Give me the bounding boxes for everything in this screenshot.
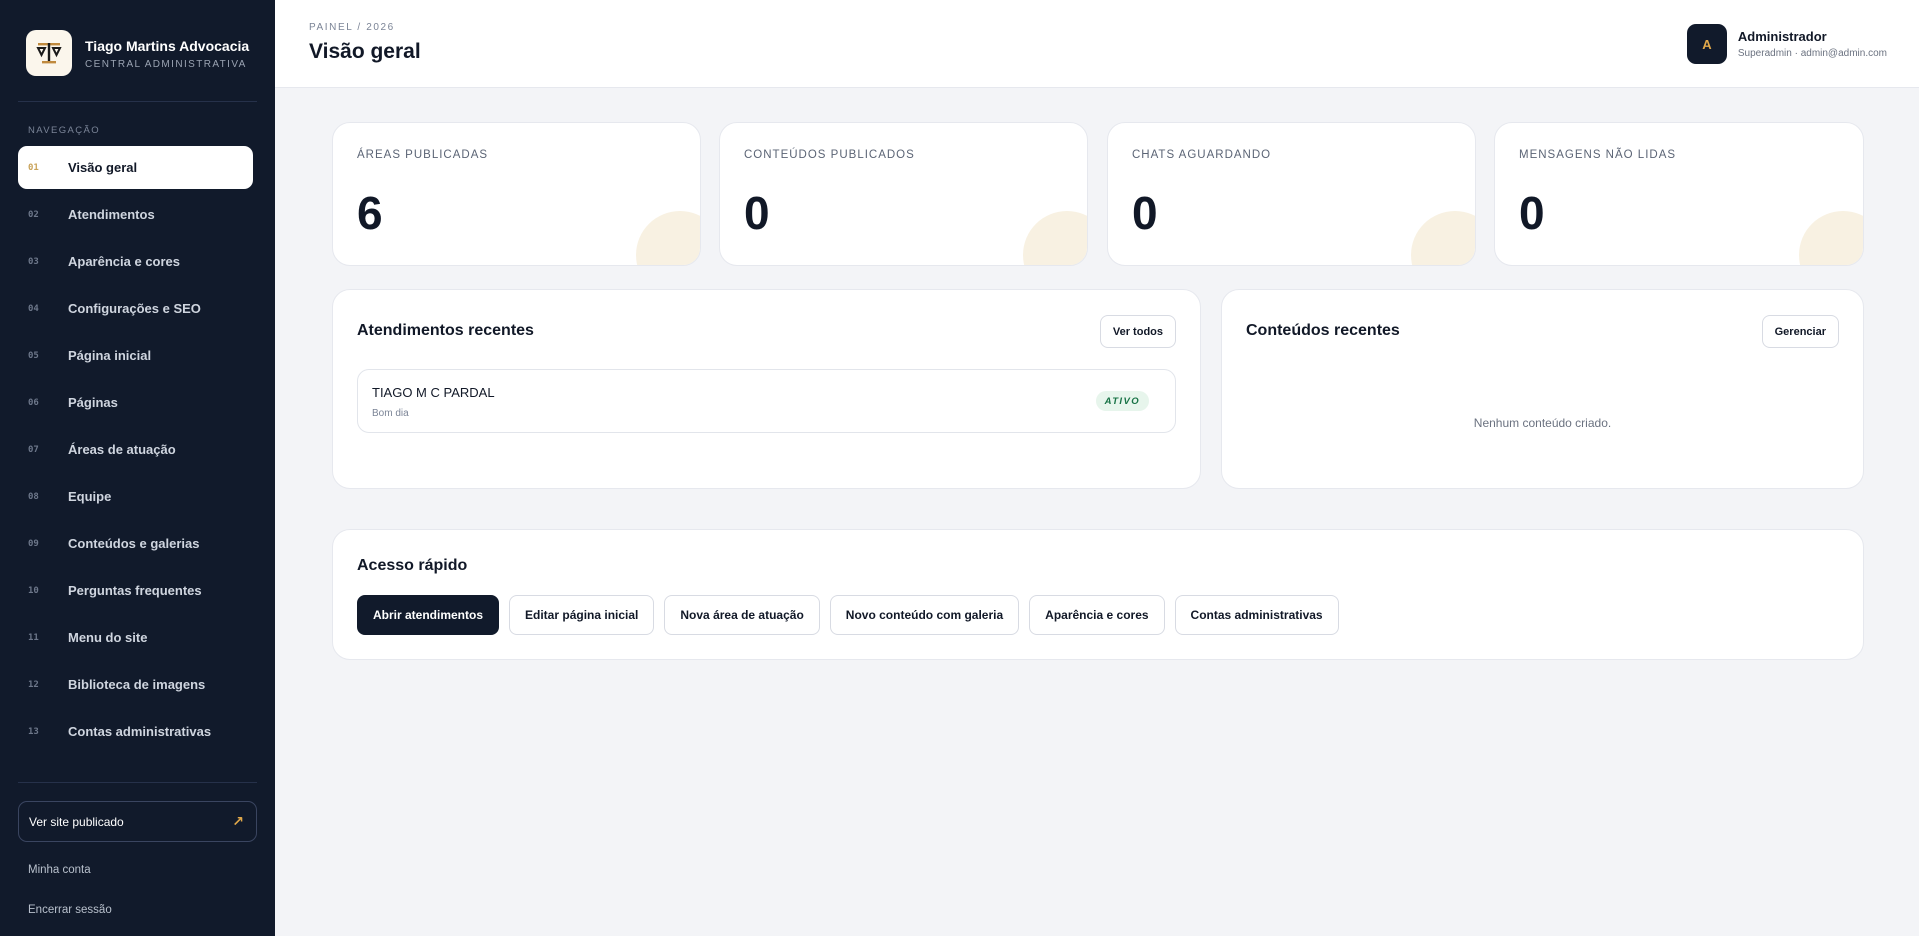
sidebar-item-number: 10 — [28, 585, 39, 596]
decorative-circle — [636, 211, 700, 265]
sidebar-item-number: 09 — [28, 538, 39, 549]
sidebar-item-number: 02 — [28, 209, 39, 220]
sidebar-item[interactable]: 13 Contas administrativas — [18, 710, 253, 753]
sidebar-item[interactable]: 04 Configurações e SEO — [18, 287, 253, 330]
ticket-name: TIAGO M C PARDAL — [372, 385, 495, 400]
sidebar-item-label: Conteúdos e galerias — [68, 536, 200, 551]
sidebar-item-label: Perguntas frequentes — [68, 583, 202, 598]
manage-button[interactable]: Gerenciar — [1761, 315, 1839, 348]
user-menu[interactable]: A Administrador Superadmin · admin@admin… — [1686, 24, 1887, 64]
quick-action-button[interactable]: Editar página inicial — [509, 595, 655, 635]
empty-state: Nenhum conteúdo criado. — [1473, 416, 1612, 430]
nav-heading: NAVEGAÇÃO — [28, 125, 101, 136]
stat-label: ÁREAS PUBLICADAS — [357, 149, 489, 161]
quick-action-button[interactable]: Nova área de atuação — [664, 595, 820, 635]
sidebar-item-label: Menu do site — [68, 630, 148, 645]
top-header: PAINEL / 2026 Visão geral A Administrado… — [275, 0, 1919, 88]
decorative-circle — [1023, 211, 1087, 265]
recent-tickets-panel: Atendimentos recentes Ver todos TIAGO M … — [332, 289, 1201, 489]
sidebar-item-number: 11 — [28, 632, 39, 643]
sidebar-item-number: 05 — [28, 350, 39, 361]
recent-contents-panel: Conteúdos recentes Gerenciar Nenhum cont… — [1221, 289, 1864, 489]
stat-card-contents: CONTEÚDOS PUBLICADOS 0 — [719, 122, 1088, 266]
sidebar-item-number: 13 — [28, 726, 39, 737]
stat-value: 0 — [744, 187, 770, 239]
my-account-link[interactable]: Minha conta — [28, 864, 91, 876]
sidebar-item-label: Contas administrativas — [68, 724, 212, 739]
stat-label: CONTEÚDOS PUBLICADOS — [744, 149, 915, 161]
view-site-label: Ver site publicado — [29, 814, 124, 829]
page-title: Visão geral — [309, 40, 421, 63]
quick-actions: Abrir atendimentos Editar página inicial N… — [357, 595, 1349, 635]
quick-action-button[interactable]: Abrir atendimentos — [357, 595, 500, 635]
sidebar-item-label: Página inicial — [68, 348, 152, 363]
sidebar-item-label: Atendimentos — [68, 207, 155, 222]
sidebar-item-label: Configurações e SEO — [68, 301, 201, 316]
sidebar-item-label: Visão geral — [68, 160, 138, 175]
stat-value: 0 — [1519, 187, 1545, 239]
sidebar-item[interactable]: 10 Perguntas frequentes — [18, 569, 253, 612]
decorative-circle — [1411, 211, 1475, 265]
arrow-up-right-icon: ↗ — [232, 813, 244, 829]
sidebar-item[interactable]: 12 Biblioteca de imagens — [18, 663, 253, 706]
status-badge: ATIVO — [1095, 391, 1149, 411]
user-meta: Superadmin · admin@admin.com — [1737, 48, 1887, 59]
stat-card-chats: CHATS AGUARDANDO 0 — [1107, 122, 1476, 266]
panel-title: Atendimentos recentes — [357, 322, 534, 339]
sidebar-item-number: 08 — [28, 491, 39, 502]
sidebar-item-number: 12 — [28, 679, 39, 690]
ticket-row[interactable]: TIAGO M C PARDAL Bom dia ATIVO — [357, 369, 1176, 433]
scales-logo-icon — [26, 30, 72, 76]
brand[interactable]: Tiago Martins Advocacia CENTRAL ADMINIST… — [26, 30, 249, 76]
sidebar-item[interactable]: 07 Áreas de atuação — [18, 428, 253, 471]
sidebar-item[interactable]: 01 Visão geral — [18, 146, 253, 189]
sidebar-item[interactable]: 09 Conteúdos e galerias — [18, 522, 253, 565]
divider — [18, 782, 257, 783]
sidebar-item[interactable]: 02 Atendimentos — [18, 193, 253, 236]
sidebar-item[interactable]: 08 Equipe — [18, 475, 253, 518]
ticket-preview: Bom dia — [372, 408, 409, 419]
quick-action-button[interactable]: Contas administrativas — [1174, 595, 1339, 635]
stat-label: CHATS AGUARDANDO — [1132, 149, 1272, 161]
stat-card-unread: MENSAGENS NÃO LIDAS 0 — [1494, 122, 1864, 266]
sidebar-item-label: Áreas de atuação — [68, 442, 176, 457]
brand-name: Tiago Martins Advocacia — [85, 37, 250, 54]
sidebar-item-number: 01 — [28, 162, 39, 173]
avatar: A — [1686, 24, 1727, 64]
sidebar-item[interactable]: 03 Aparência e cores — [18, 240, 253, 283]
divider — [18, 101, 257, 102]
sidebar-item[interactable]: 06 Páginas — [18, 381, 253, 424]
sidebar-item[interactable]: 11 Menu do site — [18, 616, 253, 659]
panel-title: Acesso rápido — [357, 557, 468, 574]
sidebar-item-label: Aparência e cores — [68, 254, 181, 269]
panel-title: Conteúdos recentes — [1246, 322, 1400, 339]
sidebar-nav: 01 Visão geral 02 Atendimentos 03 Aparência e… — [18, 146, 253, 757]
logout-link[interactable]: Encerrar sessão — [28, 904, 112, 916]
sidebar-item-number: 06 — [28, 397, 39, 408]
quick-access-panel: Acesso rápido Abrir atendimentos Editar p… — [332, 529, 1864, 660]
stat-label: MENSAGENS NÃO LIDAS — [1519, 149, 1677, 161]
quick-action-button[interactable]: Novo conteúdo com galeria — [829, 595, 1020, 635]
stat-card-areas: ÁREAS PUBLICADAS 6 — [332, 122, 701, 266]
sidebar: Tiago Martins Advocacia CENTRAL ADMINIST… — [0, 0, 275, 936]
quick-action-button[interactable]: Aparência e cores — [1029, 595, 1165, 635]
sidebar-item-label: Biblioteca de imagens — [68, 677, 206, 692]
sidebar-item-number: 04 — [28, 303, 39, 314]
user-name: Administrador — [1737, 29, 1827, 44]
sidebar-item-number: 07 — [28, 444, 39, 455]
sidebar-item[interactable]: 05 Página inicial — [18, 334, 253, 377]
stat-value: 6 — [357, 187, 383, 239]
sidebar-item-label: Páginas — [68, 395, 118, 410]
view-site-button[interactable]: Ver site publicado ↗ — [18, 801, 257, 842]
breadcrumb: PAINEL / 2026 — [309, 22, 395, 33]
decorative-circle — [1799, 211, 1863, 265]
view-all-button[interactable]: Ver todos — [1099, 315, 1176, 348]
sidebar-item-number: 03 — [28, 256, 39, 267]
stat-value: 0 — [1132, 187, 1158, 239]
brand-subtitle: CENTRAL ADMINISTRATIVA — [85, 58, 247, 70]
sidebar-item-label: Equipe — [68, 489, 112, 504]
